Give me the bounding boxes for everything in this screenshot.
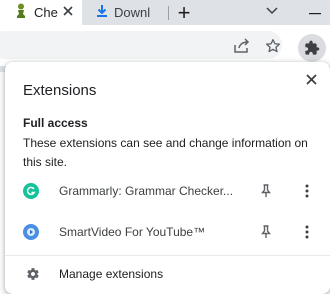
tab-separator bbox=[168, 6, 169, 20]
share-button[interactable] bbox=[231, 35, 253, 57]
pin-icon bbox=[261, 225, 271, 238]
close-icon bbox=[305, 73, 317, 85]
extension-row-smartvideo[interactable]: SmartVideo For YouTube™ bbox=[5, 212, 330, 252]
star-icon bbox=[266, 39, 280, 53]
extensions-button[interactable] bbox=[298, 34, 326, 62]
section-heading: Full access bbox=[23, 116, 88, 130]
close-tab-icon[interactable] bbox=[60, 3, 76, 19]
extension-name: Grammarly: Grammar Checker... bbox=[59, 184, 234, 198]
gear-icon bbox=[24, 265, 42, 283]
toolbar bbox=[0, 25, 330, 66]
chess-pawn-icon bbox=[14, 3, 28, 22]
more-options-button[interactable] bbox=[297, 222, 317, 242]
plus-icon: + bbox=[177, 0, 191, 25]
more-vert-icon bbox=[305, 225, 309, 239]
extension-row-grammarly[interactable]: Grammarly: Grammar Checker... bbox=[5, 171, 330, 211]
pin-button[interactable] bbox=[256, 222, 276, 242]
pin-icon bbox=[261, 184, 271, 197]
manage-extensions-label: Manage extensions bbox=[59, 267, 164, 281]
manage-extensions-item[interactable]: Manage extensions bbox=[5, 256, 330, 292]
more-options-button[interactable] bbox=[297, 181, 317, 201]
tab-title: Che bbox=[34, 5, 58, 20]
download-icon bbox=[96, 4, 108, 21]
tab-chess[interactable]: Che bbox=[0, 0, 82, 25]
extension-name: SmartVideo For YouTube™ bbox=[59, 225, 206, 239]
pin-button[interactable] bbox=[256, 181, 276, 201]
section-description: These extensions can see and change info… bbox=[23, 136, 308, 169]
extensions-menu: Extensions Full access These extensions … bbox=[5, 62, 330, 294]
tab-search-button[interactable] bbox=[262, 2, 282, 20]
tab-downloads[interactable]: Downl bbox=[90, 0, 164, 25]
minimize-icon bbox=[309, 13, 321, 15]
tab-title: Downl bbox=[114, 5, 151, 20]
share-icon bbox=[234, 38, 250, 53]
new-tab-button[interactable]: + bbox=[172, 2, 196, 24]
minimize-button[interactable] bbox=[303, 4, 327, 24]
puzzle-piece-icon bbox=[305, 40, 320, 55]
bookmark-star-button[interactable] bbox=[262, 35, 284, 57]
more-vert-icon bbox=[305, 184, 309, 198]
smartvideo-icon bbox=[23, 224, 39, 240]
popup-title: Extensions bbox=[23, 82, 97, 99]
chevron-down-icon bbox=[266, 7, 278, 15]
grammarly-icon bbox=[23, 183, 39, 199]
close-popup-button[interactable] bbox=[301, 69, 321, 89]
